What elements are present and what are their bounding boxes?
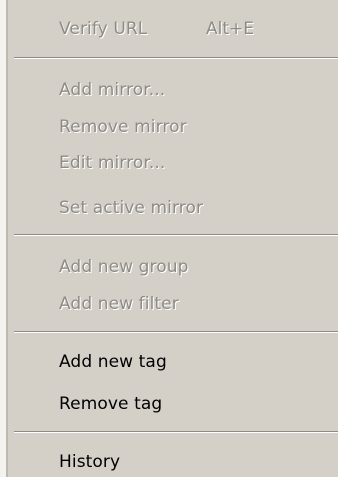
menu-item-label: Verify URL <box>59 19 148 39</box>
menu-item-label: Add mirror... <box>59 80 166 100</box>
menu-item-add-mirror[interactable]: Add mirror... <box>0 71 338 109</box>
menu-item-label: History <box>59 452 121 472</box>
menu-separator <box>14 57 338 59</box>
menu-item-label: Set active mirror <box>59 198 204 218</box>
menu-item-label: Add new group <box>59 257 189 277</box>
menu-item-add-new-group[interactable]: Add new group <box>0 248 338 286</box>
menu-item-remove-tag[interactable]: Remove tag <box>0 385 338 423</box>
menu-item-label: Remove tag <box>59 394 163 414</box>
menu-item-label: Edit mirror... <box>59 153 166 173</box>
menu-item-set-active-mirror[interactable]: Set active mirror <box>0 189 338 227</box>
menu-separator <box>14 234 338 236</box>
menu-item-add-new-filter[interactable]: Add new filter <box>0 285 338 323</box>
menu-separator <box>14 431 338 433</box>
menu-item-label: Add new tag <box>59 352 167 372</box>
menu-item-add-new-tag[interactable]: Add new tag <box>0 343 338 381</box>
menu-item-label: Add new filter <box>59 294 179 314</box>
menu-item-edit-mirror[interactable]: Edit mirror... <box>0 144 338 182</box>
menu-item-remove-mirror[interactable]: Remove mirror <box>0 108 338 146</box>
menu-separator <box>14 331 338 333</box>
menu-item-shortcut: Alt+E <box>206 19 255 39</box>
menu-item-verify-url[interactable]: Verify URL Alt+E <box>0 10 338 48</box>
context-menu: Verify URL Alt+E Add mirror... Remove mi… <box>0 0 338 477</box>
menu-item-history[interactable]: History <box>0 443 338 481</box>
menu-item-label: Remove mirror <box>59 117 187 137</box>
